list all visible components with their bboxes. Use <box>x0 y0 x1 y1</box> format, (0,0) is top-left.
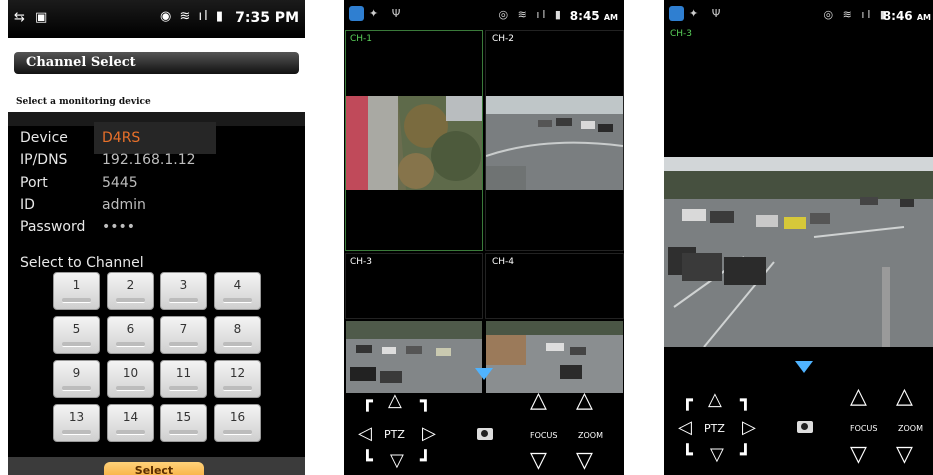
page-subtitle: Select a monitoring device <box>16 97 151 107</box>
zoom-in-icon[interactable]: △ <box>896 386 913 408</box>
focus-label: FOCUS <box>530 431 558 440</box>
channel-button-8[interactable]: 8 <box>214 316 261 354</box>
app-icon <box>669 6 684 21</box>
expand-arrow-icon[interactable] <box>795 361 813 373</box>
status-time: 8:45 AM <box>570 9 618 23</box>
tilt-up-icon[interactable]: △ <box>388 392 402 410</box>
signal-icons: ◉ ≋ ıl ▮ <box>159 9 225 24</box>
ptz-label: PTZ <box>384 428 405 441</box>
expand-arrow-icon[interactable] <box>475 368 493 380</box>
app-icon <box>349 6 364 21</box>
ip-field[interactable]: 192.168.1.12 <box>102 152 196 168</box>
password-field[interactable]: •••• <box>102 219 135 235</box>
focus-up-icon[interactable]: △ <box>530 390 547 412</box>
id-label: ID <box>20 197 35 213</box>
channel-select-screen: ⇆ ▣ ◉ ≋ ıl ▮ 7:35 PM Channel Select Sele… <box>8 0 305 475</box>
pan-left-icon[interactable]: ◁ <box>358 425 372 443</box>
quad-view-screen: ✦ Ψ ◎ ≋ ıl ▮ 8:45 AM CH-1 CH-2 CH-3 CH-4 <box>344 0 624 475</box>
focus-down-icon[interactable]: ▽ <box>530 450 547 472</box>
status-time-value: 8:46 <box>882 9 913 23</box>
ptz-label: PTZ <box>704 422 725 435</box>
channel-label-2: CH-2 <box>492 34 515 44</box>
notification-icons: ✦ Ψ <box>369 7 406 20</box>
zoom-out-icon[interactable]: ▽ <box>896 444 913 466</box>
status-bar: ⇆ ▣ ◉ ≋ ıl ▮ 7:35 PM <box>8 0 305 38</box>
pan-left-icon[interactable]: ◁ <box>678 419 692 437</box>
channel-button-16[interactable]: 16 <box>214 404 261 442</box>
status-ampm: AM <box>916 13 931 22</box>
tilt-down-icon[interactable]: ▽ <box>390 452 404 470</box>
pan-up-right-icon[interactable]: ┓ <box>740 392 751 410</box>
signal-icons: ◎ ≋ ıl ▮ <box>823 8 889 21</box>
channel-button-2[interactable]: 2 <box>107 272 154 310</box>
pan-up-right-icon[interactable]: ┓ <box>420 393 431 411</box>
channel-label-4: CH-4 <box>492 257 515 267</box>
channel-label-1: CH-1 <box>350 34 373 44</box>
channel-button-10[interactable]: 10 <box>107 360 154 398</box>
channel-select-label: Select to Channel <box>20 255 144 271</box>
zoom-in-icon[interactable]: △ <box>576 390 593 412</box>
zoom-out-icon[interactable]: ▽ <box>576 450 593 472</box>
channel-button-12[interactable]: 12 <box>214 360 261 398</box>
status-ampm: AM <box>603 13 618 22</box>
focus-up-icon[interactable]: △ <box>850 386 867 408</box>
status-bar: ✦ Ψ ◎ ≋ ıl ▮ 8:46 AM <box>664 0 933 30</box>
pan-up-left-icon[interactable]: ┏ <box>362 393 373 411</box>
ip-label: IP/DNS <box>20 152 68 168</box>
port-label: Port <box>20 175 48 191</box>
camera-feed-4 <box>486 321 623 393</box>
pan-right-icon[interactable]: ▷ <box>422 425 436 443</box>
tilt-down-icon[interactable]: ▽ <box>710 446 724 464</box>
focus-down-icon[interactable]: ▽ <box>850 444 867 466</box>
status-time: 7:35 PM <box>235 10 299 26</box>
pan-down-right-icon[interactable]: ┛ <box>420 452 431 470</box>
pan-down-left-icon[interactable]: ┗ <box>362 452 373 470</box>
channel-button-14[interactable]: 14 <box>107 404 154 442</box>
device-label: Device <box>20 130 68 146</box>
tilt-up-icon[interactable]: △ <box>708 391 722 409</box>
password-label: Password <box>20 219 86 235</box>
id-field[interactable]: admin <box>102 197 146 213</box>
channel-label: CH-3 <box>670 29 693 39</box>
single-view-screen: ✦ Ψ ◎ ≋ ıl ▮ 8:46 AM CH-3 ┏ △ ┓ ◁ PTZ ▷ … <box>664 0 933 475</box>
pan-down-right-icon[interactable]: ┛ <box>740 446 751 464</box>
signal-icons: ◎ ≋ ıl ▮ <box>498 8 564 21</box>
channel-button-4[interactable]: 4 <box>214 272 261 310</box>
channel-button-6[interactable]: 6 <box>107 316 154 354</box>
pan-right-icon[interactable]: ▷ <box>742 419 756 437</box>
channel-button-11[interactable]: 11 <box>160 360 207 398</box>
camera-feed-fullscreen[interactable] <box>664 157 933 347</box>
pan-up-left-icon[interactable]: ┏ <box>682 392 693 410</box>
select-button[interactable]: Select <box>104 462 204 475</box>
channel-button-15[interactable]: 15 <box>160 404 207 442</box>
camera-feed-1 <box>346 96 482 190</box>
zoom-label: ZOOM <box>898 424 923 433</box>
channel-button-3[interactable]: 3 <box>160 272 207 310</box>
status-time-value: 8:45 <box>569 9 600 23</box>
status-time: 8:46 AM <box>883 9 931 23</box>
zoom-label: ZOOM <box>578 431 603 440</box>
port-field[interactable]: 5445 <box>102 175 138 191</box>
device-value[interactable]: D4RS <box>102 130 140 146</box>
notification-icons: ✦ Ψ <box>689 7 726 20</box>
snapshot-camera-icon[interactable] <box>797 421 813 433</box>
camera-feed-3 <box>346 321 482 393</box>
page-title: Channel Select <box>14 52 299 74</box>
usb-icon: ⇆ ▣ <box>14 10 51 25</box>
channel-button-13[interactable]: 13 <box>53 404 100 442</box>
channel-button-7[interactable]: 7 <box>160 316 207 354</box>
status-bar: ✦ Ψ ◎ ≋ ıl ▮ 8:45 AM <box>344 0 624 30</box>
channel-button-1[interactable]: 1 <box>53 272 100 310</box>
camera-feed-2 <box>486 96 623 190</box>
focus-label: FOCUS <box>850 424 878 433</box>
channel-label-3: CH-3 <box>350 257 373 267</box>
channel-button-9[interactable]: 9 <box>53 360 100 398</box>
pan-down-left-icon[interactable]: ┗ <box>682 446 693 464</box>
snapshot-camera-icon[interactable] <box>477 428 493 440</box>
channel-button-5[interactable]: 5 <box>53 316 100 354</box>
